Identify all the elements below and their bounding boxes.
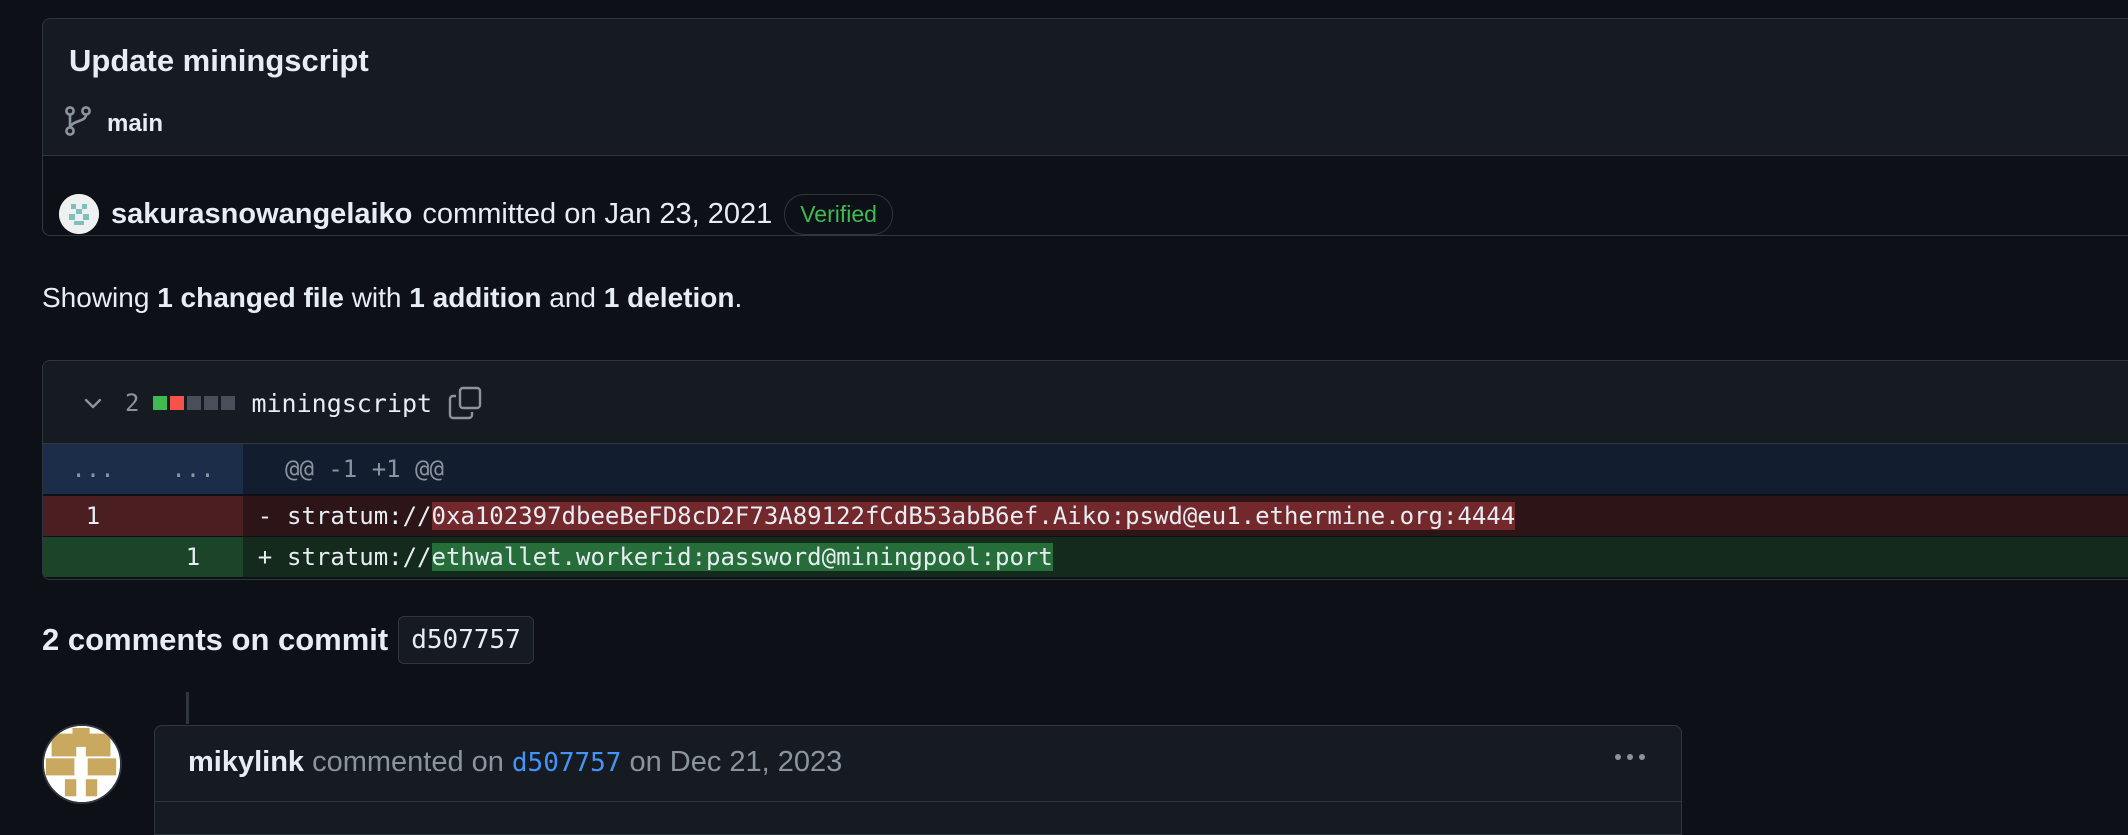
chevron-down-icon[interactable]	[81, 391, 105, 415]
file-name-link[interactable]: miningscript	[251, 389, 432, 418]
deleted-text-highlight: 0xa102397dbeeBeFD8cD2F73A89122fCdB53abB6…	[431, 502, 1516, 530]
new-line-number[interactable]: 1	[143, 543, 243, 571]
summary-end: .	[734, 282, 743, 313]
summary-additions: 1 addition	[409, 282, 542, 313]
summary-changed-files: 1 changed file	[157, 282, 344, 313]
dot	[1627, 754, 1633, 760]
summary-and: and	[549, 282, 596, 313]
diffstat-added-block	[153, 396, 168, 410]
summary-with: with	[351, 282, 402, 313]
dot	[1615, 754, 1621, 760]
summary-deletions: 1 deletion	[603, 282, 735, 313]
addition-marker: +	[257, 543, 273, 571]
file-header: 2 miningscript	[43, 361, 2128, 444]
comment-date[interactable]: on Dec 21, 2023	[629, 746, 842, 779]
divider	[155, 801, 1681, 802]
expand-up-button[interactable]: ...	[43, 455, 143, 483]
diffstat-deleted-block	[170, 396, 185, 410]
deleted-line-row: 1 - stratum://0xa102397dbeeBeFD8cD2F73A8…	[43, 496, 2128, 536]
comment-action: commented on	[312, 746, 504, 778]
comments-heading: 2 comments on commit d507757	[42, 616, 534, 664]
file-diff: 2 miningscript ... ... @@ -1 +1 @@ 1 - s…	[42, 360, 2128, 580]
comment-header: mikylink commented on d507757 on Dec 21,…	[188, 746, 842, 779]
comment-card: mikylink commented on d507757 on Dec 21,…	[154, 725, 1682, 835]
verified-badge[interactable]: Verified	[784, 193, 893, 235]
added-text-highlight: ethwallet.workerid:password@miningpool:p…	[431, 543, 1053, 571]
added-line-row: 1 + stratum://ethwallet.workerid:passwor…	[43, 537, 2128, 577]
branch-row[interactable]: main	[63, 105, 163, 142]
deletion-marker: -	[257, 502, 273, 530]
code-prefix: stratum://	[287, 502, 432, 530]
expand-down-button[interactable]: ...	[143, 455, 243, 483]
commit-header: Update miningscript main sakurasnowangel…	[42, 18, 2128, 236]
hunk-header: @@ -1 +1 @@	[285, 455, 444, 483]
author-bar: sakurasnowangelaiko committed on Jan 23,…	[43, 156, 2128, 235]
branch-name[interactable]: main	[107, 110, 163, 138]
hunk-row: ... ... @@ -1 +1 @@	[43, 444, 2128, 494]
commit-sha: d507757	[398, 616, 534, 664]
git-branch-icon	[63, 105, 93, 142]
avatar[interactable]	[42, 724, 122, 804]
comments-title: 2 comments on commit	[42, 622, 389, 657]
timeline-line	[186, 692, 189, 724]
diffstat-neutral-block	[221, 396, 236, 410]
kebab-horizontal-icon[interactable]	[1615, 754, 1645, 760]
avatar[interactable]	[59, 194, 99, 234]
code-line: stratum://ethwallet.workerid:password@mi…	[287, 543, 1053, 571]
diff-summary: Showing 1 changed file with 1 addition a…	[42, 282, 742, 314]
code-line: stratum://0xa102397dbeeBeFD8cD2F73A89122…	[287, 502, 1516, 530]
copy-icon[interactable]	[448, 386, 482, 420]
comment-commit-link[interactable]: d507757	[512, 748, 622, 778]
old-line-number[interactable]: 1	[43, 502, 143, 530]
committed-date: committed on Jan 23, 2021	[422, 197, 773, 230]
diffstat	[153, 396, 236, 410]
diffstat-neutral-block	[187, 396, 202, 410]
summary-prefix: Showing	[42, 282, 150, 313]
code-prefix: stratum://	[287, 543, 432, 571]
diff-line-count: 2	[125, 389, 140, 417]
diffstat-neutral-block	[204, 396, 219, 410]
dot	[1639, 754, 1645, 760]
commenter-link[interactable]: mikylink	[188, 746, 304, 779]
author-link[interactable]: sakurasnowangelaiko	[111, 198, 412, 231]
commit-title: Update miningscript	[69, 43, 369, 78]
